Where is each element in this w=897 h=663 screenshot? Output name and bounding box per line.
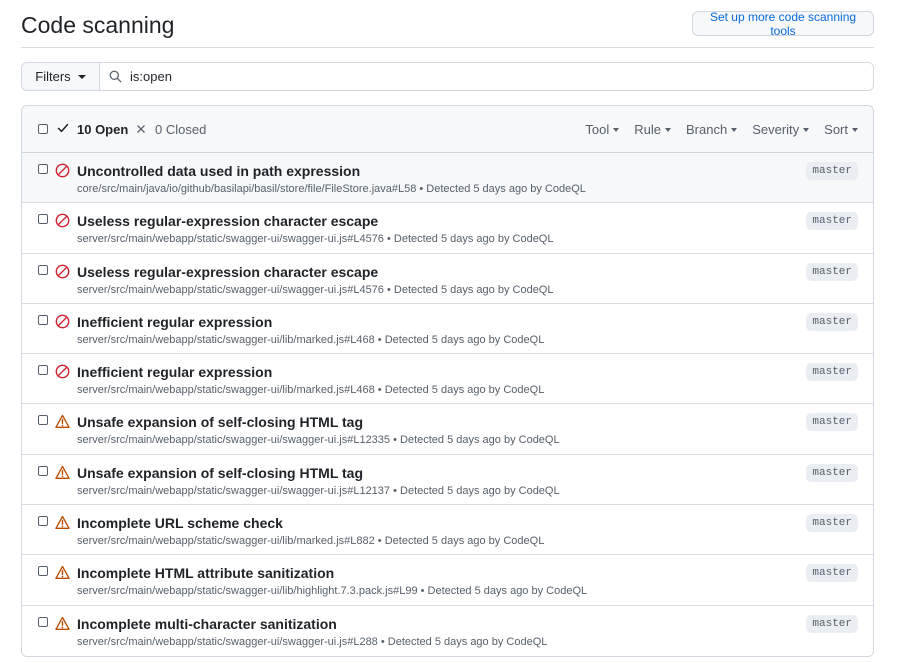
alert-row[interactable]: Inefficient regular expression server/src… <box>22 303 873 355</box>
rule-menu[interactable]: Rule <box>634 122 671 137</box>
alert-meta: server/src/main/webapp/static/swagger-ui… <box>77 233 554 246</box>
branch-badge: master <box>806 262 858 281</box>
alert-checkbox[interactable] <box>38 164 48 174</box>
chevron-down-icon <box>613 127 620 132</box>
filters-label: Filters <box>35 69 71 84</box>
alert-checkbox[interactable] <box>38 465 48 476</box>
alert-checkbox[interactable] <box>38 566 48 577</box>
alert-checkbox[interactable] <box>38 264 48 275</box>
setup-code-scanning-button[interactable]: Set up more code scanning tools <box>692 10 874 38</box>
branch-badge: master <box>806 564 858 583</box>
alert-row[interactable]: Incomplete URL scheme check server/src/ma… <box>22 505 873 556</box>
search-wrapper <box>100 63 873 90</box>
sort-menu[interactable]: Sort <box>824 122 858 137</box>
alert-title[interactable]: Inefficient regular expression <box>77 364 272 380</box>
alert-row[interactable]: Incomplete HTML attribute sanitization se… <box>22 555 873 606</box>
chevron-down-icon <box>803 127 810 132</box>
alert-checkbox[interactable] <box>38 314 48 325</box>
alert-icon <box>55 465 70 480</box>
branch-badge: master <box>806 312 858 331</box>
chevron-down-icon <box>664 127 671 132</box>
alert-meta: server/src/main/webapp/static/swagger-ui… <box>77 283 554 296</box>
stop-icon <box>55 163 70 178</box>
branch-badge: master <box>806 212 858 231</box>
alert-checkbox[interactable] <box>38 415 48 426</box>
page-title: Code scanning <box>21 12 175 38</box>
alert-meta: core/src/main/java/io/github/basilapi/ba… <box>77 183 586 195</box>
alert-row[interactable]: Unsafe expansion of self-closing HTML ta… <box>22 404 873 455</box>
alert-rows: Uncontrolled data used in path expressio… <box>22 153 873 656</box>
alert-icon <box>55 616 70 631</box>
alert-row[interactable]: Useless regular-expression character esc… <box>22 203 873 254</box>
alert-icon <box>55 565 70 580</box>
alert-meta: server/src/main/webapp/static/swagger-ui… <box>77 585 588 598</box>
alert-checkbox[interactable] <box>38 214 48 225</box>
alerts-list-header: 10 Open 0 Closed Tool Rule Branch Severi… <box>22 106 873 153</box>
search-icon <box>109 70 122 83</box>
alert-row[interactable]: Uncontrolled data used in path expressio… <box>22 153 873 204</box>
alert-title[interactable]: Useless regular-expression character esc… <box>77 264 378 280</box>
closed-count: 0 Closed <box>155 122 207 137</box>
alert-title[interactable]: Incomplete HTML attribute sanitization <box>77 565 334 581</box>
alert-title[interactable]: Unsafe expansion of self-closing HTML ta… <box>77 414 363 430</box>
alert-row[interactable]: Inefficient regular expression server/src… <box>22 354 873 405</box>
branch-badge: master <box>806 463 858 482</box>
alert-meta: server/src/main/webapp/static/swagger-ui… <box>77 635 548 648</box>
alert-meta: server/src/main/webapp/static/swagger-ui… <box>77 484 560 497</box>
alert-title[interactable]: Unsafe expansion of self-closing HTML ta… <box>77 465 363 481</box>
open-filter[interactable]: 10 Open <box>57 122 128 137</box>
alert-meta: server/src/main/webapp/static/swagger-ui… <box>77 434 560 447</box>
code-scanning-page: Code scanning Set up more code scanning … <box>0 0 897 663</box>
chevron-down-icon <box>852 127 858 132</box>
stop-icon <box>55 314 70 329</box>
branch-badge: master <box>806 514 858 533</box>
x-icon <box>136 122 146 137</box>
stop-icon <box>55 264 70 279</box>
stop-icon <box>55 213 70 228</box>
alert-checkbox[interactable] <box>38 516 48 527</box>
closed-filter[interactable]: 0 Closed <box>136 122 206 137</box>
alert-icon <box>55 515 70 530</box>
chevron-down-icon <box>731 127 738 132</box>
alert-meta: server/src/main/webapp/static/swagger-ui… <box>77 535 545 548</box>
tool-menu[interactable]: Tool <box>585 122 620 137</box>
alerts-list: 10 Open 0 Closed Tool Rule Branch Severi… <box>21 105 874 657</box>
open-count: 10 Open <box>77 122 129 137</box>
filters-button[interactable]: Filters <box>22 63 100 90</box>
branch-badge: master <box>806 614 858 633</box>
alert-checkbox[interactable] <box>38 616 48 627</box>
list-filter-menus: Tool Rule Branch Severity Sort <box>585 122 858 137</box>
branch-badge: master <box>806 162 858 180</box>
alert-title[interactable]: Incomplete multi-character sanitization <box>77 616 337 632</box>
branch-menu[interactable]: Branch <box>686 122 738 137</box>
search-input[interactable] <box>122 63 873 90</box>
alert-row[interactable]: Incomplete multi-character sanitization s… <box>22 605 873 656</box>
alert-title[interactable]: Uncontrolled data used in path expressio… <box>77 163 360 179</box>
alert-title[interactable]: Incomplete URL scheme check <box>77 515 283 531</box>
filter-bar: Filters <box>21 62 874 91</box>
alert-row[interactable]: Unsafe expansion of self-closing HTML ta… <box>22 454 873 506</box>
alert-meta: server/src/main/webapp/static/swagger-ui… <box>77 333 545 346</box>
alert-row[interactable]: Useless regular-expression character esc… <box>22 253 873 304</box>
chevron-down-icon <box>77 74 86 79</box>
branch-badge: master <box>806 363 858 382</box>
severity-menu[interactable]: Severity <box>752 122 810 137</box>
select-all-checkbox[interactable] <box>38 124 48 134</box>
page-header: Code scanning Set up more code scanning … <box>21 10 874 48</box>
alert-title[interactable]: Inefficient regular expression <box>77 314 272 330</box>
alert-icon <box>55 414 70 429</box>
stop-icon <box>55 364 70 379</box>
check-icon <box>57 122 69 137</box>
alert-title[interactable]: Useless regular-expression character esc… <box>77 213 378 229</box>
alert-meta: server/src/main/webapp/static/swagger-ui… <box>77 384 545 397</box>
branch-badge: master <box>806 413 858 432</box>
alert-checkbox[interactable] <box>38 365 48 376</box>
